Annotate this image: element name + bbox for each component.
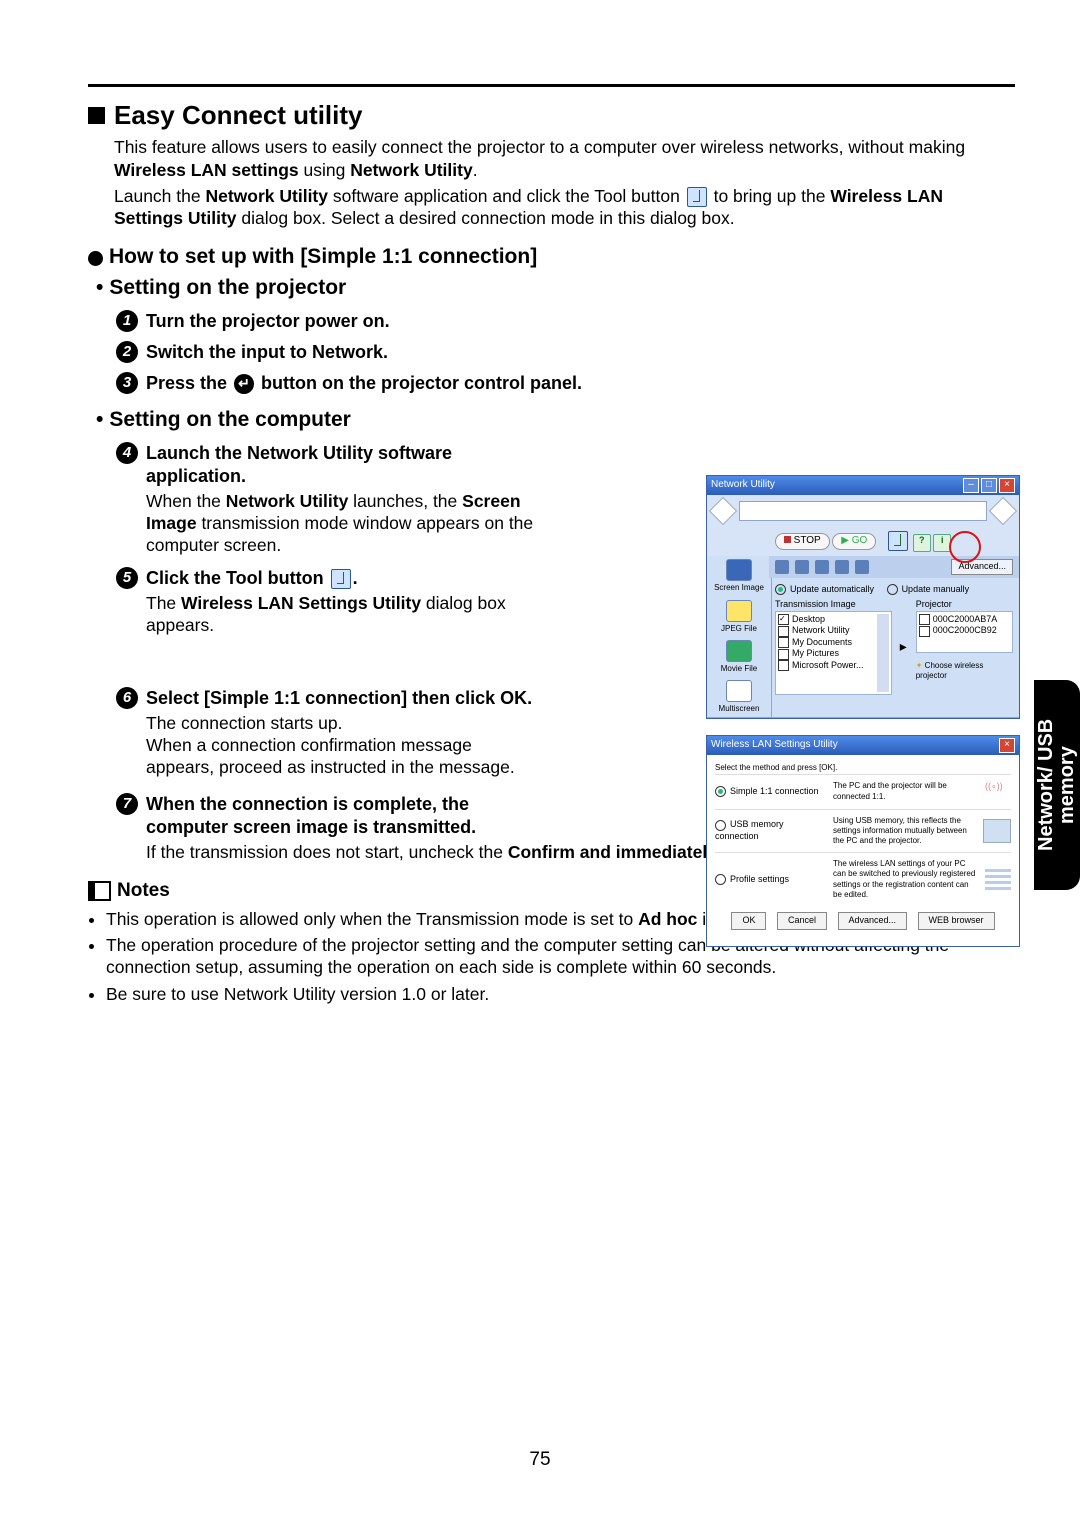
radio-usb-connection[interactable] [715,820,726,831]
nav-forward-icon[interactable] [989,497,1017,525]
sub-heading-projector: Setting on the projector [109,275,346,302]
step-4-body: When the Network Utility launches, the S… [146,490,538,557]
tab-screen-image[interactable]: Screen Image [707,556,772,596]
scrollbar[interactable] [877,614,889,692]
step-3-title: Press the ↵ button on the projector cont… [146,372,582,395]
tool-icon[interactable] [888,531,908,551]
toolbar-icon[interactable] [855,560,869,574]
opt3-desc: The wireless LAN settings of your PC can… [833,859,977,900]
checkbox[interactable] [778,626,789,637]
choose-wireless-link[interactable]: ✦ Choose wireless projector [916,661,1013,681]
step-6-icon: 6 [116,687,138,709]
intro-paragraph-2: Launch the Network Utility software appl… [114,185,1015,230]
step-7-title: When the connection is complete, the com… [146,793,538,839]
step-1-title: Turn the projector power on. [146,310,390,333]
side-tab: Network/ USB memory [1034,680,1080,890]
toolbar-icon[interactable] [815,560,829,574]
checkbox[interactable] [778,660,789,671]
step-3-icon: 3 [116,372,138,394]
intro-paragraph-1: This feature allows users to easily conn… [114,136,1015,181]
advanced-button[interactable]: Advanced... [838,912,908,930]
close-icon[interactable]: × [999,478,1015,493]
minimize-icon[interactable]: – [963,478,979,493]
tab-multiscreen[interactable]: Multiscreen [707,677,772,717]
opt2-desc: Using USB memory, this reflects the sett… [833,816,975,847]
nav-back-icon[interactable] [709,497,737,525]
wireless-lan-settings-dialog: Wireless LAN Settings Utility × Select t… [706,735,1020,946]
usb-icon [983,819,1011,843]
stop-button[interactable]: STOP [775,533,830,550]
web-browser-button[interactable]: WEB browser [918,912,995,930]
step-4-icon: 4 [116,442,138,464]
highlight-circle-icon [949,531,981,563]
step-5-title: Click the Tool button . [146,567,358,590]
arrow-right-icon: ▸ [900,638,908,656]
tab-jpeg-file[interactable]: JPEG File [707,597,772,637]
tool-icon [331,569,351,589]
projector-list[interactable]: 000C2000AB7A 000C2000CB92 [916,611,1013,653]
network-utility-window: Network Utility – □ × STOP ▶ GO ? i [706,475,1020,719]
radio-simple-connection[interactable] [715,786,726,797]
section-square-icon [88,107,105,124]
address-field[interactable] [739,501,987,521]
note-item: Be sure to use Network Utility version 1… [106,983,1015,1005]
checkbox[interactable] [778,637,789,648]
window-title: Network Utility [711,479,775,492]
section-heading: Easy Connect utility [114,99,363,132]
ok-button[interactable]: OK [731,912,766,930]
radio-update-manual[interactable] [887,584,898,595]
close-icon[interactable]: × [999,738,1015,753]
return-icon: ↵ [234,374,254,394]
subsection-heading: How to set up with [Simple 1:1 connectio… [109,244,537,271]
step-6-body: The connection starts up. When a connect… [146,712,538,779]
checkbox[interactable] [919,626,930,637]
step-4-title: Launch the Network Utility software appl… [146,442,538,488]
notes-icon [88,881,111,901]
bullet-icon: • [96,275,103,302]
profile-icon [985,869,1011,891]
radio-update-auto[interactable] [775,584,786,595]
step-2-title: Switch the input to Network. [146,341,388,364]
dialog-title: Wireless LAN Settings Utility [711,739,838,752]
help-icon[interactable]: ? [913,534,931,552]
projector-label: Projector [916,599,1013,611]
top-rule [88,84,1015,87]
step-5-icon: 5 [116,567,138,589]
opt1-desc: The PC and the projector will be connect… [833,781,977,801]
step-5-body: The Wireless LAN Settings Utility dialog… [146,592,538,637]
notes-heading: Notes [117,879,170,903]
toolbar-icon[interactable] [835,560,849,574]
page-number: 75 [0,1448,1080,1472]
dialog-prompt: Select the method and press [OK]. [715,763,1011,773]
filled-circle-icon [88,251,103,266]
step-6-title: Select [Simple 1:1 connection] then clic… [146,687,532,710]
bullet-icon: • [96,407,103,434]
cancel-button[interactable]: Cancel [777,912,827,930]
step-7-icon: 7 [116,793,138,815]
checkbox[interactable] [919,614,930,625]
toolbar-icon[interactable] [775,560,789,574]
checkbox[interactable] [778,649,789,660]
maximize-icon[interactable]: □ [981,478,997,493]
checkbox[interactable] [778,614,789,625]
transmission-list[interactable]: Desktop Network Utility My Documents My … [775,611,892,695]
sub-heading-computer: Setting on the computer [109,407,351,434]
toolbar-icon[interactable] [795,560,809,574]
transmission-label: Transmission Image [775,599,892,611]
step-1-icon: 1 [116,310,138,332]
go-button[interactable]: ▶ GO [832,533,876,550]
wireless-icon: ((∘)) [985,781,1011,803]
tab-movie-file[interactable]: Movie File [707,637,772,677]
step-2-icon: 2 [116,341,138,363]
tool-icon [687,187,707,207]
radio-profile-settings[interactable] [715,874,726,885]
